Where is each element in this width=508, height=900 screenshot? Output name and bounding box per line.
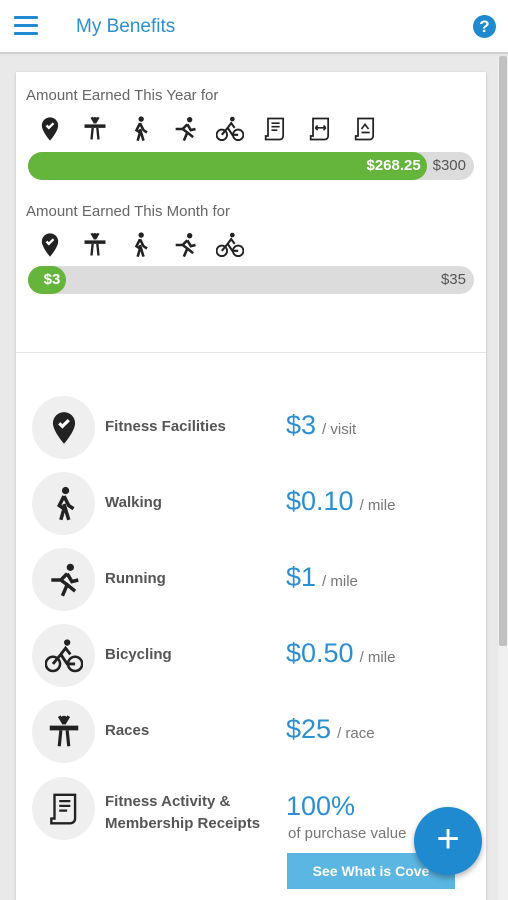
location-pin-icon	[34, 230, 66, 260]
benefit-name: Bicycling	[105, 646, 172, 663]
benefit-sub: of purchase value	[288, 825, 407, 842]
year-max-amount: $300	[432, 157, 466, 174]
receipt-icon	[32, 777, 95, 840]
section-divider	[16, 352, 486, 353]
walking-icon	[124, 230, 156, 260]
receipt-scroll-icon	[259, 114, 291, 144]
benefit-unit: / visit	[322, 421, 357, 438]
benefit-price: $3/ visit	[286, 410, 357, 440]
benefit-price: $1/ mile	[286, 562, 358, 592]
benefit-price: $0.50/ mile	[286, 638, 396, 668]
year-activity-icons	[34, 114, 381, 144]
benefit-row-running[interactable]: Running $1/ mile	[32, 548, 472, 614]
app-header: My Benefits ?	[0, 0, 508, 54]
bicycling-icon	[32, 624, 95, 687]
bicycling-icon	[214, 230, 246, 260]
hamburger-menu-icon[interactable]	[14, 16, 38, 36]
benefit-row-walking[interactable]: Walking $0.10/ mile	[32, 472, 472, 538]
running-icon	[169, 114, 201, 144]
benefit-unit: / mile	[322, 573, 358, 590]
benefit-row-races[interactable]: Races $25/ race	[32, 700, 472, 766]
running-icon	[169, 230, 201, 260]
membership-card-icon	[304, 114, 336, 144]
month-max-amount: $35	[440, 271, 466, 288]
location-pin-icon	[34, 114, 66, 144]
benefit-name: Running	[105, 570, 166, 587]
benefit-price: $0.10/ mile	[286, 486, 396, 516]
benefit-row-receipts[interactable]: Fitness Activity & Membership Receipts 1…	[32, 777, 472, 889]
race-finish-icon	[79, 230, 111, 260]
year-earned-label: Amount Earned This Year for	[26, 87, 219, 104]
running-icon	[32, 548, 95, 611]
scrollbar-thumb[interactable]	[499, 56, 507, 646]
race-finish-icon	[32, 700, 95, 763]
walking-icon	[32, 472, 95, 535]
benefit-price: $25/ race	[286, 714, 375, 744]
benefit-unit: / mile	[359, 497, 396, 514]
document-icon	[349, 114, 381, 144]
benefit-name: Races	[105, 722, 150, 739]
walking-icon	[124, 114, 156, 144]
year-progress-fill: $268.25	[28, 152, 427, 180]
benefits-card: Amount Earned This Year for $268.25 $300	[16, 72, 486, 900]
benefit-row-bicycling[interactable]: Bicycling $0.50/ mile	[32, 624, 472, 690]
benefit-name: Walking	[105, 494, 162, 511]
benefit-price: 100%	[286, 791, 356, 821]
location-pin-icon	[32, 396, 95, 459]
help-icon[interactable]: ?	[473, 15, 496, 38]
bicycling-icon	[214, 114, 246, 144]
benefit-name: Fitness Facilities	[105, 418, 226, 435]
race-finish-icon	[79, 114, 111, 144]
add-icon[interactable]: +	[414, 807, 482, 875]
benefit-row-fitness-facilities[interactable]: Fitness Facilities $3/ visit	[32, 396, 472, 462]
month-earned-label: Amount Earned This Month for	[26, 203, 230, 220]
benefit-unit: / mile	[359, 649, 396, 666]
benefit-name: Fitness Activity & Membership Receipts	[105, 793, 261, 832]
month-progress-fill: $3	[28, 266, 67, 294]
benefit-unit: / race	[337, 725, 375, 742]
month-activity-icons	[34, 230, 246, 260]
page-title: My Benefits	[76, 16, 176, 37]
month-progress-bar: $3 $35	[28, 266, 474, 294]
year-progress-bar: $268.25 $300	[28, 152, 474, 180]
